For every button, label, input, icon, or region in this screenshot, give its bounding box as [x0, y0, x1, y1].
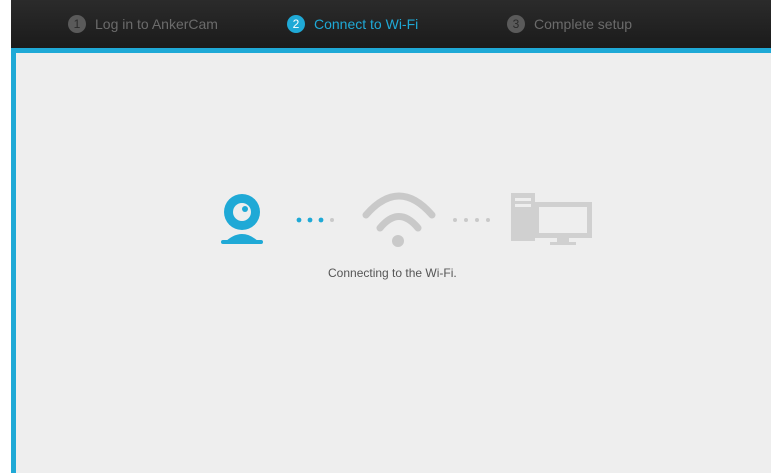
step-label: Connect to Wi-Fi [314, 16, 419, 32]
computer-icon [511, 193, 592, 245]
progress-dots-right [453, 218, 490, 222]
progress-dots-left [296, 217, 334, 223]
step-complete-setup: 3 Complete setup [507, 14, 632, 34]
step-label: Log in to AnkerCam [95, 16, 218, 32]
camera-icon [221, 194, 263, 244]
step-number-badge: 3 [507, 15, 525, 33]
step-connect-wifi: 2 Connect to Wi-Fi [287, 14, 418, 34]
content-frame: Connecting to the Wi-Fi. [11, 48, 771, 473]
step-number-badge: 1 [68, 15, 86, 33]
connection-illustration [221, 192, 592, 247]
step-label: Complete setup [534, 16, 633, 32]
connection-status-text: Connecting to the Wi-Fi. [328, 266, 457, 280]
wifi-icon [362, 192, 436, 247]
step-progress-bar: 1 Log in to AnkerCam 2 Connect to Wi-Fi … [11, 0, 771, 48]
setup-window: 1 Log in to AnkerCam 2 Connect to Wi-Fi … [0, 0, 771, 473]
step-number-badge: 2 [287, 15, 305, 33]
step-login: 1 Log in to AnkerCam [68, 14, 218, 34]
content-panel: Connecting to the Wi-Fi. [16, 53, 771, 473]
